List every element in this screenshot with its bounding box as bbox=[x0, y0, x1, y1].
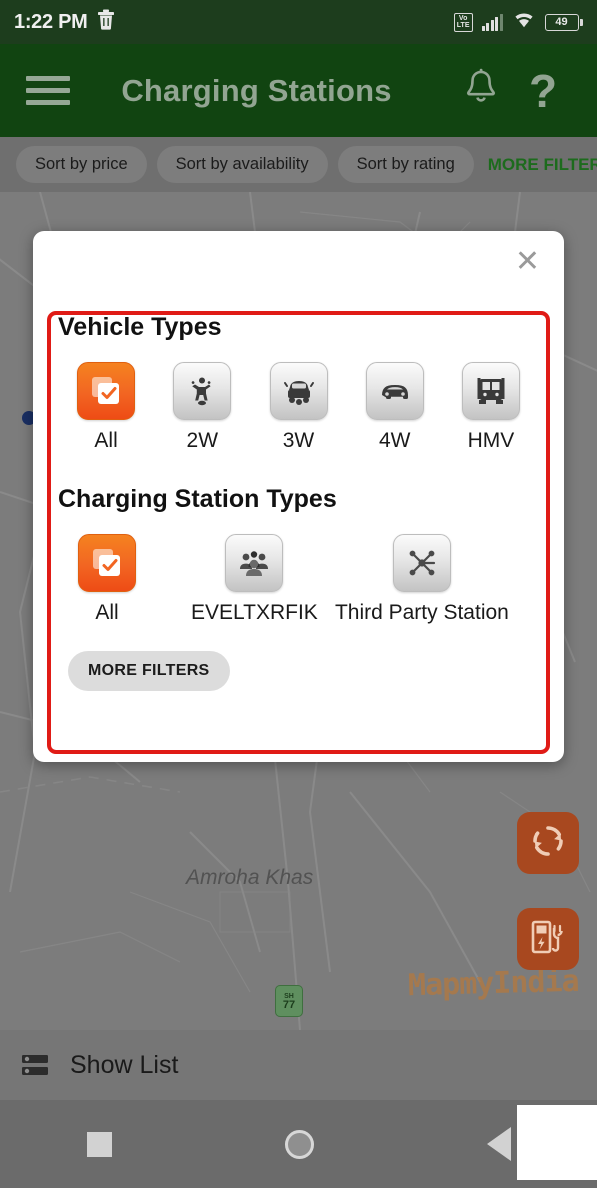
square-recents-icon[interactable] bbox=[86, 1131, 112, 1157]
page-title: Charging Stations bbox=[121, 72, 392, 108]
circle-home-icon[interactable] bbox=[284, 1129, 314, 1159]
checkbox-stack-icon bbox=[77, 362, 136, 420]
triangle-back-icon[interactable] bbox=[486, 1127, 511, 1161]
charging-station-types-section: Charging Station Types All EVELTXRFIK Th… bbox=[58, 485, 539, 691]
station-option-all[interactable]: All bbox=[58, 534, 156, 625]
status-clock: 1:22 PM bbox=[14, 10, 88, 33]
signal-bars-icon bbox=[481, 13, 503, 31]
map-place-label: Amroha Khas bbox=[186, 866, 314, 889]
station-option-label: Third Party Station bbox=[334, 601, 509, 624]
station-option-label: EVELTXRFIK bbox=[190, 601, 318, 624]
vehicle-types-title: Vehicle Types bbox=[58, 313, 222, 341]
modal-body: Vehicle Types All 2W 3W 4W HMV Charging … bbox=[33, 313, 564, 691]
battery-indicator: 49 bbox=[544, 13, 583, 31]
trash-icon bbox=[97, 9, 115, 35]
auto-rickshaw-icon bbox=[269, 362, 328, 420]
bell-icon[interactable] bbox=[453, 68, 509, 113]
screen-corner-patch bbox=[517, 1105, 597, 1180]
chip-sort-by-availability[interactable]: Sort by availability bbox=[156, 146, 328, 183]
motorcycle-icon bbox=[173, 362, 232, 420]
wifi-icon bbox=[512, 11, 536, 34]
phone-screen: 1:22 PM Vo LTE 49 Charging Stations ? So… bbox=[0, 0, 597, 1188]
volte-line-1: Vo bbox=[458, 14, 468, 22]
station-option-label: All bbox=[95, 601, 119, 624]
show-list-label: Show List bbox=[70, 1050, 179, 1079]
help-icon[interactable]: ? bbox=[515, 68, 571, 114]
ev-charging-station-icon bbox=[530, 918, 566, 961]
refresh-icon bbox=[530, 823, 566, 864]
battery-level-text: 49 bbox=[544, 13, 579, 31]
more-filters-link[interactable]: MORE FILTERS bbox=[484, 146, 597, 184]
battery-nub bbox=[580, 18, 583, 26]
filters-modal: ✕ Vehicle Types All 2W 3W 4W HMV Chargin… bbox=[33, 231, 564, 762]
close-icon[interactable]: ✕ bbox=[515, 247, 540, 277]
status-bar: 1:22 PM Vo LTE 49 bbox=[0, 0, 597, 44]
show-list-bar[interactable]: Show List bbox=[0, 1030, 597, 1100]
volte-line-2: LTE bbox=[456, 22, 470, 29]
chip-sort-by-price[interactable]: Sort by price bbox=[16, 146, 147, 183]
sort-filter-bar: Sort by price Sort by availability Sort … bbox=[0, 137, 597, 192]
status-bar-right: Vo LTE 49 bbox=[453, 11, 583, 34]
vehicle-option-all[interactable]: All bbox=[58, 362, 154, 453]
more-filters-button[interactable]: MORE FILTERS bbox=[68, 651, 230, 691]
network-hub-icon bbox=[392, 534, 451, 592]
app-bar: Charging Stations ? bbox=[0, 44, 597, 137]
vehicle-option-label: 2W bbox=[186, 429, 219, 452]
people-group-icon bbox=[225, 534, 284, 592]
refresh-fab-button[interactable] bbox=[517, 812, 579, 874]
vehicle-option-2w[interactable]: 2W bbox=[154, 362, 250, 453]
highway-shield-marker: SH 77 bbox=[275, 985, 303, 1017]
vehicle-types-section: Vehicle Types All 2W 3W 4W HMV bbox=[58, 313, 539, 453]
chip-sort-by-rating[interactable]: Sort by rating bbox=[337, 146, 474, 183]
vehicle-option-label: 3W bbox=[282, 429, 315, 452]
vehicle-option-3w[interactable]: 3W bbox=[250, 362, 346, 453]
vehicle-option-4w[interactable]: 4W bbox=[347, 362, 443, 453]
station-option-third-party[interactable]: Third Party Station bbox=[335, 534, 509, 625]
checkbox-stack-icon bbox=[78, 534, 136, 592]
vehicle-types-options: All 2W 3W 4W HMV bbox=[58, 362, 539, 453]
android-nav-bar bbox=[0, 1100, 597, 1188]
status-bar-left: 1:22 PM bbox=[14, 9, 115, 35]
vehicle-option-label: HMV bbox=[467, 429, 515, 452]
vehicle-option-label: 4W bbox=[378, 429, 411, 452]
charging-station-fab-button[interactable] bbox=[517, 908, 579, 970]
station-option-eveltxrfik[interactable]: EVELTXRFIK bbox=[191, 534, 318, 625]
charging-station-types-options: All EVELTXRFIK Third Party Station bbox=[58, 534, 539, 625]
charging-station-types-title: Charging Station Types bbox=[58, 485, 337, 513]
car-icon bbox=[365, 362, 424, 420]
list-icon bbox=[18, 1051, 54, 1079]
highway-shield-number: 77 bbox=[282, 999, 296, 1011]
truck-icon bbox=[461, 362, 520, 420]
volte-icon: Vo LTE bbox=[453, 12, 473, 32]
vehicle-option-hmv[interactable]: HMV bbox=[443, 362, 539, 453]
vehicle-option-label: All bbox=[94, 429, 118, 452]
